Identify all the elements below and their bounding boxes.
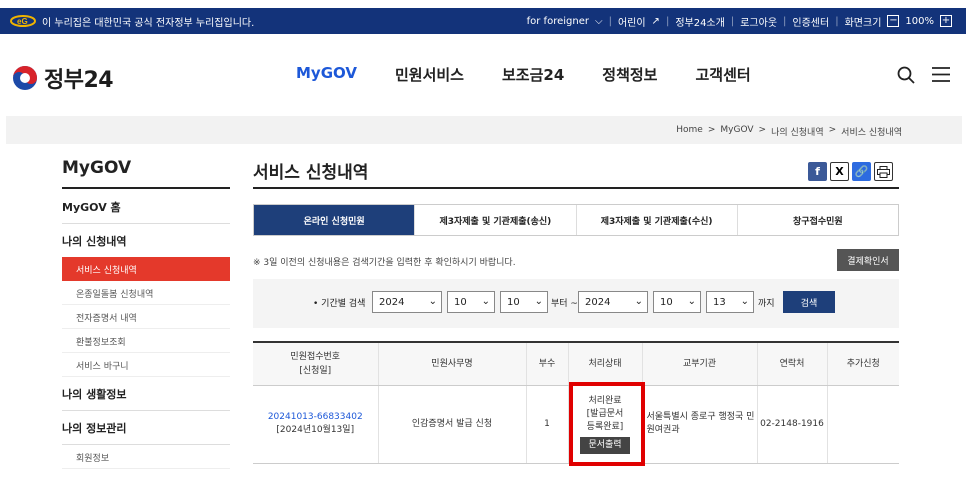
sidebar-item-service-applications[interactable]: 서비스 신청내역 — [62, 257, 230, 281]
to-label: 까지 — [758, 299, 775, 309]
search-period-notice: ※ 3일 이전의 신청내용은 검색기간을 입력한 후 확인하시기 바랍니다. — [253, 258, 516, 268]
chevron-down-icon: ⌄ — [634, 296, 643, 307]
chevron-down-icon: ⌄ — [687, 296, 696, 307]
status-text: 처리완료 — [588, 395, 622, 406]
sidebar-title: MyGOV — [62, 158, 230, 189]
page-title: 서비스 신청내역 — [253, 158, 899, 189]
link-icon[interactable]: 🔗 — [852, 162, 871, 181]
receipt-number-link[interactable]: 20241013-66833402 — [268, 412, 363, 422]
svg-text:eG: eG — [17, 17, 28, 26]
breadcrumb-applications[interactable]: 나의 신청내역 — [771, 125, 824, 138]
sidebar-item-refund[interactable]: 환불정보조회 — [62, 329, 230, 353]
nav-policy[interactable]: 정책정보 — [602, 64, 657, 85]
top-utility-bar: eG 이 누리집은 대한민국 공식 전자정부 누리집입니다. for forei… — [0, 8, 966, 34]
sidebar-item-e-certificates[interactable]: 전자증명서 내역 — [62, 305, 230, 329]
site-logo[interactable]: 정부24 — [12, 62, 114, 94]
sidebar-section-applications[interactable]: 나의 신청내역 — [62, 224, 230, 257]
nav-subsidy[interactable]: 보조금24 — [502, 64, 564, 85]
chevron-down-icon: ⌄ — [534, 296, 543, 307]
breadcrumb-home[interactable]: Home — [676, 125, 703, 138]
chevron-down-icon: ⌄ — [481, 296, 490, 307]
agency-cell: 서울특별시 종로구 행정국 민원여권과 — [641, 385, 757, 464]
period-search-label: • 기간별 검색 — [313, 299, 366, 309]
external-link-icon: ↗ — [651, 15, 660, 27]
tab-online-applications[interactable]: 온라인 신청민원 — [254, 205, 415, 235]
tab-third-party-received[interactable]: 제3자제출 및 기관제출(수신) — [575, 205, 737, 235]
x-twitter-icon[interactable]: X — [830, 162, 849, 181]
sidebar-section-life-info[interactable]: 나의 생활정보 — [62, 377, 230, 411]
from-label: 부터 ~ — [551, 299, 578, 309]
application-table: 민원접수번호 [신청일] 민원사무명 부수 처리상태 교부기관 연락처 추가신청 … — [253, 341, 899, 466]
chevron-down-icon: ⌄ — [740, 296, 749, 307]
to-month-select[interactable]: 10 ⌄ — [653, 291, 701, 313]
table-header-row: 민원접수번호 [신청일] 민원사무명 부수 처리상태 교부기관 연락처 추가신청 — [253, 342, 899, 386]
taegeuk-logo-icon — [13, 66, 37, 90]
main-nav: MyGOV 민원서비스 보조금24 정책정보 고객센터 — [296, 64, 751, 85]
service-name-cell: 인감증명서 발급 신청 — [377, 385, 526, 464]
col-count: 부수 — [525, 342, 568, 386]
foreigner-link[interactable]: for foreigner — [527, 16, 589, 27]
sidebar-section-my-info[interactable]: 나의 정보관리 — [62, 411, 230, 445]
breadcrumb-current: 서비스 신청내역 — [841, 128, 902, 138]
status-detail-1: [발급문서 — [586, 408, 624, 419]
sidebar-item-service-basket[interactable]: 서비스 바구니 — [62, 353, 230, 377]
table-row: 20241013-66833402 [2024년10월13일] 인감증명서 발급 … — [253, 381, 899, 466]
zoom-out-button[interactable]: − — [887, 15, 900, 27]
search-button[interactable]: 검색 — [783, 291, 835, 313]
breadcrumb-mygov[interactable]: MyGOV — [720, 125, 753, 138]
sidebar-item-allday-care[interactable]: 온종일돌봄 신청내역 — [62, 281, 230, 305]
status-cell: 처리완료 [발급문서 등록완료] 문서출력 — [567, 381, 645, 466]
egov-logo-icon: eG — [10, 15, 36, 27]
from-day-select[interactable]: 10 ⌄ — [500, 291, 548, 313]
from-year-select[interactable]: 2024 ⌄ — [372, 291, 442, 313]
breadcrumb: Home > MyGOV > 나의 신청내역 > 서비스 신청내역 — [676, 125, 902, 138]
apply-date: [2024년10월13일] — [276, 425, 355, 435]
receipt-cell[interactable]: 20241013-66833402 [2024년10월13일] — [253, 385, 378, 464]
hamburger-menu-icon[interactable] — [932, 67, 950, 82]
zoom-level: 100% — [905, 15, 934, 27]
about-link[interactable]: 정부24소개 — [675, 14, 725, 29]
tab-third-party-sent[interactable]: 제3자제출 및 기관제출(송신) — [414, 205, 575, 235]
breadcrumb-band: Home > MyGOV > 나의 신청내역 > 서비스 신청내역 — [6, 116, 962, 144]
col-service-name: 민원사무명 — [377, 342, 526, 386]
sidebar: MyGOV MyGOV 홈 나의 신청내역 서비스 신청내역 온종일돌봄 신청내… — [62, 158, 230, 469]
count-cell: 1 — [525, 385, 568, 464]
sidebar-item-mygov-home[interactable]: MyGOV 홈 — [62, 189, 230, 224]
chevron-down-icon[interactable]: ⌵ — [595, 16, 603, 27]
share-tools: f X 🔗 — [808, 162, 893, 181]
additional-cell — [826, 385, 899, 464]
search-icon[interactable] — [897, 66, 915, 84]
cert-center-link[interactable]: 인증센터 — [792, 14, 829, 29]
font-size-label: 화면크기 — [844, 17, 882, 29]
logo-text: 정부24 — [44, 68, 114, 93]
main-content: 서비스 신청내역 f X 🔗 온라인 신청민원 제3자제출 및 기관제출(송신)… — [253, 158, 899, 466]
print-document-button[interactable]: 문서출력 — [580, 436, 630, 454]
application-tabs: 온라인 신청민원 제3자제출 및 기관제출(송신) 제3자제출 및 기관제출(수… — [253, 204, 899, 236]
chevron-down-icon: ⌄ — [428, 296, 437, 307]
col-additional: 추가신청 — [826, 342, 899, 386]
logout-link[interactable]: 로그아웃 — [740, 14, 777, 29]
kids-link[interactable]: 어린이 — [618, 14, 646, 29]
to-day-select[interactable]: 13 ⌄ — [706, 291, 754, 313]
col-receipt-no: 민원접수번호 [신청일] — [253, 342, 378, 386]
official-site-notice[interactable]: 이 누리집은 대한민국 공식 전자정부 누리집입니다. — [42, 14, 254, 29]
sidebar-item-member-info[interactable]: 회원정보 — [62, 445, 230, 469]
col-agency: 교부기관 — [641, 342, 757, 386]
nav-support[interactable]: 고객센터 — [695, 64, 750, 85]
period-search-box: • 기간별 검색 2024 ⌄ 10 ⌄ 10 ⌄ 부터 ~ 2024 ⌄ 10 ⌄ 13… — [253, 279, 899, 328]
status-detail-2: 등록완료] — [586, 421, 624, 432]
nav-civil-service[interactable]: 민원서비스 — [395, 64, 464, 85]
col-contact: 연락처 — [756, 342, 827, 386]
from-month-select[interactable]: 10 ⌄ — [447, 291, 495, 313]
zoom-in-button[interactable]: + — [940, 15, 952, 27]
nav-mygov[interactable]: MyGOV — [296, 64, 357, 85]
col-status: 처리상태 — [567, 342, 642, 386]
phone-cell: 02-2148-1916 — [756, 385, 827, 464]
to-year-select[interactable]: 2024 ⌄ — [578, 291, 648, 313]
tab-counter-applications[interactable]: 창구접수민원 — [736, 205, 898, 235]
facebook-icon[interactable]: f — [808, 162, 827, 181]
print-icon[interactable] — [874, 162, 893, 181]
site-header: 정부24 MyGOV 민원서비스 보조금24 정책정보 고객센터 — [0, 34, 966, 114]
payment-confirmation-button[interactable]: 결제확인서 — [837, 249, 899, 271]
